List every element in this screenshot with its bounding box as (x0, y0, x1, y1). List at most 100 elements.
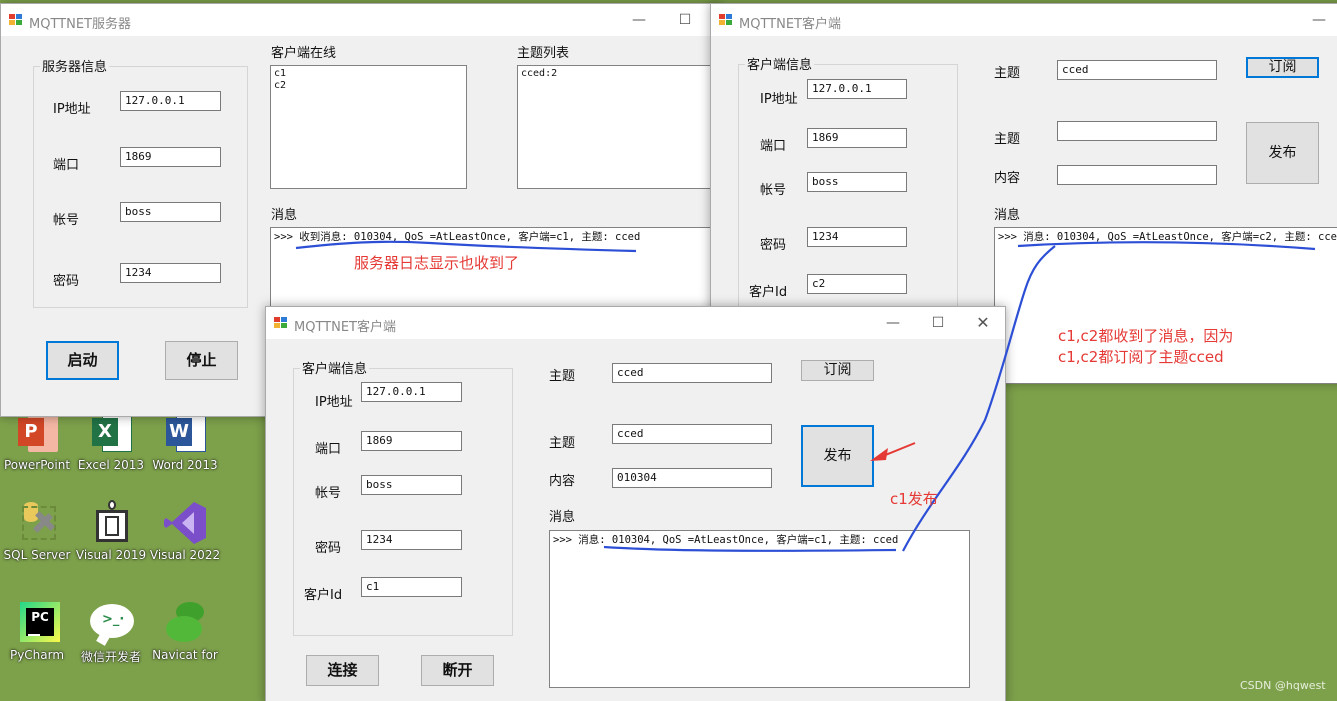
message-line: >>> 消息: 010304, QoS =AtLeastOnce, 客户端=c2… (998, 231, 1337, 243)
visual-studio-2022-icon (162, 500, 208, 546)
ip-field[interactable]: 127.0.0.1 (807, 79, 907, 99)
navicat-icon (162, 600, 208, 646)
publish-topic-field[interactable] (1057, 121, 1217, 141)
connect-button[interactable]: 连接 (306, 655, 379, 686)
start-button[interactable]: 启动 (46, 341, 119, 380)
desktop-icon-label: Visual 2022 (149, 548, 221, 562)
subscribe-button[interactable]: 订阅 (801, 360, 874, 381)
group-title: 客户端信息 (300, 358, 370, 377)
password-field[interactable]: 1234 (807, 227, 907, 247)
desktop-icon-pycharm[interactable]: PC PyCharm (1, 600, 73, 662)
port-label: 端口 (315, 442, 342, 457)
content-label: 内容 (549, 474, 576, 489)
csdn-watermark: CSDN @hqwest (1240, 679, 1326, 692)
account-field[interactable]: boss (120, 202, 221, 222)
subscribe-topic-label: 主题 (549, 369, 576, 384)
messages-label: 消息 (994, 208, 1021, 223)
subscribe-topic-field[interactable]: cced (612, 363, 772, 383)
password-label: 密码 (760, 238, 787, 253)
publish-topic-field[interactable]: cced (612, 424, 772, 444)
publish-topic-label: 主题 (994, 132, 1021, 147)
title-bar: MQTTNET客户端 — ☐ ✕ (266, 307, 1005, 339)
disconnect-button[interactable]: 断开 (421, 655, 494, 686)
port-field[interactable]: 1869 (361, 431, 462, 451)
list-item[interactable]: c2 (274, 80, 463, 92)
messages-box[interactable]: >>> 消息: 010304, QoS =AtLeastOnce, 客户端=c1… (549, 530, 970, 688)
subscribe-topic-field[interactable]: cced (1057, 60, 1217, 80)
port-label: 端口 (53, 158, 80, 173)
client-id-label: 客户Id (749, 285, 788, 300)
ip-label: IP地址 (315, 395, 353, 410)
close-button[interactable]: ✕ (973, 313, 993, 333)
minimize-button[interactable]: — (883, 313, 903, 333)
app-icon (274, 317, 288, 329)
port-field[interactable]: 1869 (807, 128, 907, 148)
window-title: MQTTNET客户端 (294, 320, 396, 335)
port-label: 端口 (760, 139, 787, 154)
content-label: 内容 (994, 171, 1021, 186)
desktop-icon-label: SQL Server (3, 548, 71, 562)
messages-label: 消息 (271, 208, 298, 223)
annotation-both-received-2: c1,c2都订阅了主题cced (1058, 348, 1224, 366)
annotation-server-log: 服务器日志显示也收到了 (354, 254, 520, 272)
title-bar: MQTTNET服务器 — ☐ (1, 4, 719, 36)
topics-label: 主题列表 (517, 46, 570, 61)
port-field[interactable]: 1869 (120, 147, 221, 167)
visual-studio-2019-icon (88, 500, 134, 546)
app-icon (9, 14, 23, 26)
maximize-button[interactable]: ☐ (928, 313, 948, 333)
pycharm-icon: PC (14, 600, 60, 646)
desktop-icon-label: PowerPoint (3, 458, 71, 472)
content-field[interactable] (1057, 165, 1217, 185)
sql-server-icon (14, 500, 60, 546)
subscribe-topic-label: 主题 (994, 66, 1021, 81)
messages-label: 消息 (549, 510, 576, 525)
list-item[interactable]: cced:2 (521, 68, 714, 80)
publish-button[interactable]: 发布 (1246, 122, 1319, 184)
password-field[interactable]: 1234 (120, 263, 221, 283)
message-line: >>> 收到消息: 010304, QoS =AtLeastOnce, 客户端=… (274, 231, 641, 243)
account-label: 帐号 (53, 213, 80, 228)
desktop-icon-label: Navicat for (152, 648, 218, 662)
online-clients-label: 客户端在线 (271, 46, 337, 61)
client-id-field[interactable]: c1 (361, 577, 462, 597)
desktop-icon-powerpoint[interactable]: P PowerPoint (1, 410, 73, 472)
desktop-icon-label: PyCharm (9, 648, 65, 662)
password-field[interactable]: 1234 (361, 530, 462, 550)
account-field[interactable]: boss (807, 172, 907, 192)
desktop-icon-sql-server[interactable]: SQL Server (1, 500, 73, 562)
minimize-button[interactable]: — (629, 10, 649, 30)
publish-topic-label: 主题 (549, 436, 576, 451)
ip-field[interactable]: 127.0.0.1 (361, 382, 462, 402)
app-icon (719, 14, 733, 26)
ip-label: IP地址 (760, 92, 798, 107)
desktop-icon-excel[interactable]: X Excel 2013 (75, 410, 147, 472)
account-label: 帐号 (315, 486, 342, 501)
group-title: 服务器信息 (40, 56, 110, 75)
content-field[interactable]: 010304 (612, 468, 772, 488)
maximize-button[interactable]: ☐ (675, 10, 695, 30)
ip-label: IP地址 (53, 102, 91, 117)
topics-list[interactable]: cced:2 (517, 65, 717, 189)
desktop-icon-navicat[interactable]: Navicat for (149, 600, 221, 662)
desktop-icon-word[interactable]: W Word 2013 (149, 410, 221, 472)
publish-button[interactable]: 发布 (801, 425, 874, 487)
wechat-devtools-icon: >_· (88, 600, 134, 646)
account-field[interactable]: boss (361, 475, 462, 495)
list-item[interactable]: c1 (274, 68, 463, 80)
client-id-field[interactable]: c2 (807, 274, 907, 294)
desktop-icon-label: 微信开发者 (80, 650, 141, 664)
ip-field[interactable]: 127.0.0.1 (120, 91, 221, 111)
desktop-icon-visual-2019[interactable]: Visual 2019 (75, 500, 147, 562)
minimize-button[interactable]: — (1309, 10, 1329, 30)
stop-button[interactable]: 停止 (165, 341, 238, 380)
window-title: MQTTNET服务器 (29, 17, 131, 32)
desktop-icon-label: Visual 2019 (75, 548, 147, 562)
message-line: >>> 消息: 010304, QoS =AtLeastOnce, 客户端=c1… (553, 534, 899, 546)
subscribe-button[interactable]: 订阅 (1246, 57, 1319, 78)
window-title: MQTTNET客户端 (739, 17, 841, 32)
desktop-icon-wechat-devtools[interactable]: >_· 微信开发者 (75, 600, 147, 665)
desktop-icon-visual-2022[interactable]: Visual 2022 (149, 500, 221, 562)
group-title: 客户端信息 (745, 54, 815, 73)
online-clients-list[interactable]: c1 c2 (270, 65, 467, 189)
